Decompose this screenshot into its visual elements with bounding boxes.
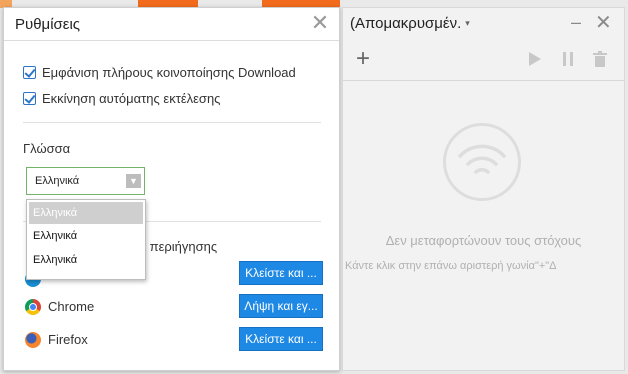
close-icon[interactable]: ✕ bbox=[310, 12, 330, 34]
browser-name: Firefox bbox=[48, 332, 88, 347]
settings-header: Ρυθμίσεις ✕ bbox=[4, 8, 339, 41]
wifi-icon bbox=[443, 123, 521, 201]
dropdown-option[interactable]: Ελληνικά bbox=[27, 224, 145, 248]
option-autostart[interactable]: Εκκίνηση αυτόματης εκτέλεσης bbox=[23, 89, 220, 107]
browser-row-chrome: Chrome Λήψη και εγ... bbox=[23, 294, 323, 320]
browser-action-button[interactable]: Κλείστε και ... bbox=[239, 327, 323, 351]
language-select[interactable]: Ελληνικά ▼ bbox=[26, 167, 145, 195]
settings-title: Ρυθμίσεις bbox=[15, 16, 81, 33]
divider bbox=[23, 122, 321, 123]
minimize-icon[interactable]: – bbox=[571, 12, 581, 33]
language-label: Γλώσσα bbox=[23, 141, 71, 156]
chevron-down-icon[interactable]: ▼ bbox=[126, 174, 141, 188]
option-label: Εμφάνιση πλήρους κοινοποίησης Download bbox=[42, 64, 296, 80]
checkbox-checked-icon[interactable] bbox=[23, 91, 36, 105]
close-icon[interactable]: ✕ bbox=[595, 10, 612, 35]
dropdown-option[interactable]: Ελληνικά bbox=[29, 202, 143, 224]
empty-state-title: Δεν μεταφορτώνουν τους στόχους bbox=[385, 233, 582, 248]
language-dropdown: Ελληνικά Ελληνικά Ελληνικά bbox=[26, 199, 146, 280]
dropdown-option[interactable]: Ελληνικά bbox=[27, 248, 145, 272]
pause-icon[interactable] bbox=[562, 52, 574, 66]
empty-state-subtitle: Κάντε κλικ στην επάνω αριστερή γωνία"+"Δ bbox=[345, 260, 557, 272]
downloads-header: (Απομακρυσμέν. ▾ – ✕ bbox=[343, 8, 624, 39]
checkbox-checked-icon[interactable] bbox=[23, 65, 36, 79]
settings-panel: Ρυθμίσεις ✕ Εμφάνιση πλήρους κοινοποίηση… bbox=[3, 7, 340, 371]
downloads-panel: (Απομακρυσμέν. ▾ – ✕ + Δεν μεταφορτώνουν … bbox=[342, 7, 625, 371]
browser-name: Chrome bbox=[48, 299, 95, 314]
trash-icon[interactable] bbox=[593, 51, 607, 67]
downloads-title[interactable]: (Απομακρυσμέν. ▾ bbox=[350, 15, 470, 32]
browser-action-button[interactable]: Λήψη και εγ... bbox=[239, 294, 323, 318]
browser-row-firefox: Firefox Κλείστε και ... bbox=[23, 327, 323, 353]
option-label: Εκκίνηση αυτόματης εκτέλεσης bbox=[42, 90, 221, 106]
chrome-icon bbox=[25, 299, 41, 315]
firefox-icon bbox=[25, 332, 41, 348]
caret-down-icon[interactable]: ▾ bbox=[465, 18, 470, 28]
option-full-notification[interactable]: Εμφάνιση πλήρους κοινοποίησης Download bbox=[23, 63, 296, 81]
add-icon[interactable]: + bbox=[356, 45, 370, 73]
language-select-value: Ελληνικά bbox=[35, 175, 80, 187]
downloads-toolbar: + bbox=[343, 45, 624, 81]
browser-action-button[interactable]: Κλείστε και ... bbox=[239, 261, 323, 285]
play-icon[interactable] bbox=[529, 52, 541, 66]
